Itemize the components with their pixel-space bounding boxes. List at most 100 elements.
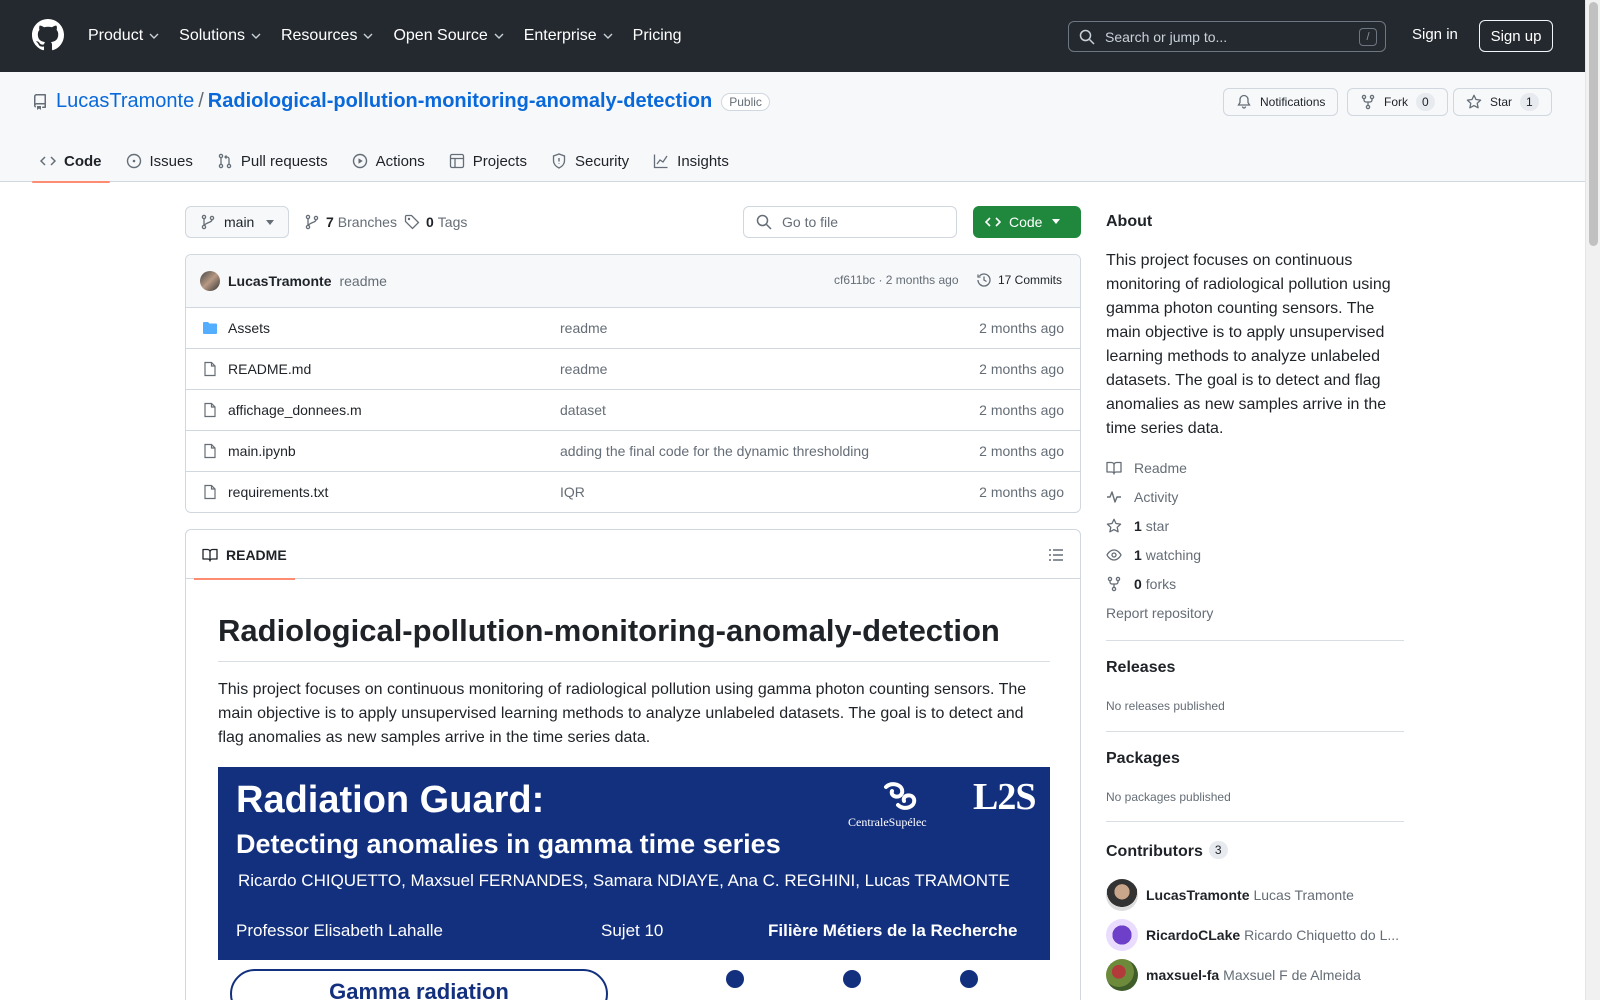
- releases-empty-text: No releases published: [1106, 699, 1225, 713]
- tab-issues[interactable]: Issues: [118, 140, 201, 182]
- file-commit-message[interactable]: adding the final code for the dynamic th…: [560, 443, 869, 459]
- packages-heading[interactable]: Packages: [1106, 750, 1180, 768]
- banner-authors: Ricardo CHIQUETTO, Maxsuel FERNANDES, Sa…: [238, 871, 1010, 890]
- file-row[interactable]: main.ipynb adding the final code for the…: [186, 431, 1080, 472]
- repo-tabs: Code Issues Pull requests Actions Projec…: [32, 140, 745, 183]
- search-input[interactable]: Search or jump to... /: [1068, 21, 1386, 52]
- tags-link[interactable]: 0 Tags: [404, 214, 467, 230]
- tab-pull-requests[interactable]: Pull requests: [209, 140, 336, 182]
- table-icon: [449, 153, 464, 169]
- notifications-label: Notifications: [1260, 95, 1326, 109]
- stars-link[interactable]: 1 star: [1106, 518, 1169, 534]
- pull-request-icon: [218, 153, 232, 169]
- chevron-down-icon: [251, 33, 261, 39]
- forks-link[interactable]: 0 forks: [1106, 576, 1176, 592]
- star-button[interactable]: Star 1: [1453, 88, 1552, 116]
- fork-icon: [1361, 94, 1375, 110]
- file-commit-message[interactable]: dataset: [560, 402, 606, 418]
- commit-message[interactable]: readme: [339, 273, 386, 289]
- commit-author[interactable]: LucasTramonte: [228, 273, 331, 289]
- file-commit-message[interactable]: IQR: [560, 484, 585, 500]
- tags-count: 0: [426, 214, 434, 230]
- file-row[interactable]: affichage_donnees.m dataset 2 months ago: [186, 390, 1080, 431]
- caret-down-icon: [266, 220, 274, 225]
- commit-hash-time[interactable]: cf611bc · 2 months ago: [834, 273, 959, 287]
- chevron-down-icon: [603, 33, 613, 39]
- sign-up-button[interactable]: Sign up: [1479, 20, 1553, 52]
- chevron-down-icon: [363, 33, 373, 39]
- tags-label: Tags: [437, 214, 468, 230]
- contributor-login[interactable]: RicardoCLake: [1146, 927, 1240, 943]
- branch-selector[interactable]: main: [185, 206, 289, 238]
- eye-icon: [1106, 549, 1122, 561]
- scrollbar-thumb[interactable]: [1589, 2, 1598, 246]
- file-name[interactable]: Assets: [228, 320, 270, 336]
- fork-icon: [1107, 576, 1121, 592]
- avatar[interactable]: [1106, 879, 1138, 911]
- banner-gamma-label: Gamma radiation: [230, 969, 608, 1000]
- file-name[interactable]: main.ipynb: [228, 443, 296, 459]
- code-icon: [985, 217, 1001, 227]
- tab-code[interactable]: Code: [32, 140, 110, 183]
- contributor-login[interactable]: maxsuel-fa: [1146, 967, 1219, 983]
- contributor-item[interactable]: RicardoCLake Ricardo Chiquetto do L...: [1106, 919, 1404, 951]
- nav-pricing[interactable]: Pricing: [633, 27, 682, 45]
- file-date: 2 months ago: [979, 443, 1064, 459]
- avatar[interactable]: [1106, 959, 1138, 991]
- watching-link[interactable]: 1 watching: [1106, 547, 1201, 563]
- contributor-name: Ricardo Chiquetto do L...: [1244, 927, 1400, 943]
- page-scrollbar[interactable]: [1585, 0, 1600, 1000]
- repo-name-link[interactable]: Radiological-pollution-monitoring-anomal…: [208, 90, 712, 113]
- report-repository-link[interactable]: Report repository: [1106, 605, 1213, 621]
- banner-filiere: Filière Métiers de la Recherche: [768, 921, 1018, 940]
- contributors-heading[interactable]: Contributors 3: [1106, 841, 1228, 861]
- nav-enterprise[interactable]: Enterprise: [524, 27, 613, 45]
- global-header: Product Solutions Resources Open Source …: [0, 0, 1585, 72]
- sign-in-link[interactable]: Sign in: [1412, 26, 1458, 43]
- go-to-file-placeholder: Go to file: [782, 214, 839, 230]
- tab-projects[interactable]: Projects: [441, 140, 535, 182]
- avatar[interactable]: [200, 271, 220, 291]
- repo-path-separator: /: [198, 90, 204, 112]
- star-icon: [1106, 518, 1122, 533]
- file-row[interactable]: README.md readme 2 months ago: [186, 349, 1080, 390]
- commits-link[interactable]: 17 Commits: [976, 272, 1062, 288]
- star-icon: [1466, 94, 1482, 109]
- nav-open-source[interactable]: Open Source: [393, 27, 504, 45]
- contributor-item[interactable]: maxsuel-fa Maxsuel F de Almeida: [1106, 959, 1404, 991]
- activity-link[interactable]: Activity: [1106, 489, 1178, 505]
- file-commit-message[interactable]: readme: [560, 361, 607, 377]
- branches-link[interactable]: 7 Branches: [304, 214, 397, 230]
- tab-security[interactable]: Security: [543, 140, 637, 182]
- repo-owner-link[interactable]: LucasTramonte: [56, 90, 194, 113]
- nav-solutions[interactable]: Solutions: [179, 27, 261, 45]
- play-icon: [352, 153, 367, 169]
- code-icon: [40, 156, 56, 166]
- file-commit-message[interactable]: readme: [560, 320, 607, 336]
- github-logo-icon[interactable]: [32, 19, 64, 51]
- contributor-item[interactable]: LucasTramonte Lucas Tramonte: [1106, 879, 1404, 911]
- readme-link[interactable]: Readme: [1106, 460, 1187, 476]
- readme-tab[interactable]: README: [194, 530, 295, 580]
- banner-title: Radiation Guard:: [236, 779, 545, 821]
- fork-button[interactable]: Fork 0: [1347, 88, 1448, 116]
- main-nav: Product Solutions Resources Open Source …: [88, 0, 702, 72]
- list-icon[interactable]: [1048, 547, 1064, 563]
- tab-actions[interactable]: Actions: [344, 140, 433, 182]
- code-dropdown-button[interactable]: Code: [973, 206, 1081, 238]
- nav-product[interactable]: Product: [88, 27, 159, 45]
- file-name[interactable]: README.md: [228, 361, 311, 377]
- file-row[interactable]: requirements.txt IQR 2 months ago: [186, 472, 1080, 512]
- file-row[interactable]: Assets readme 2 months ago: [186, 308, 1080, 349]
- tab-insights[interactable]: Insights: [645, 140, 737, 182]
- contributor-login[interactable]: LucasTramonte: [1146, 887, 1249, 903]
- releases-heading[interactable]: Releases: [1106, 659, 1175, 677]
- notifications-button[interactable]: Notifications: [1223, 88, 1339, 116]
- file-name[interactable]: requirements.txt: [228, 484, 328, 500]
- avatar[interactable]: [1106, 919, 1138, 951]
- go-to-file-input[interactable]: Go to file: [743, 206, 957, 238]
- contributors-count: 3: [1208, 841, 1228, 859]
- file-date: 2 months ago: [979, 484, 1064, 500]
- nav-resources[interactable]: Resources: [281, 27, 373, 45]
- file-name[interactable]: affichage_donnees.m: [228, 402, 362, 418]
